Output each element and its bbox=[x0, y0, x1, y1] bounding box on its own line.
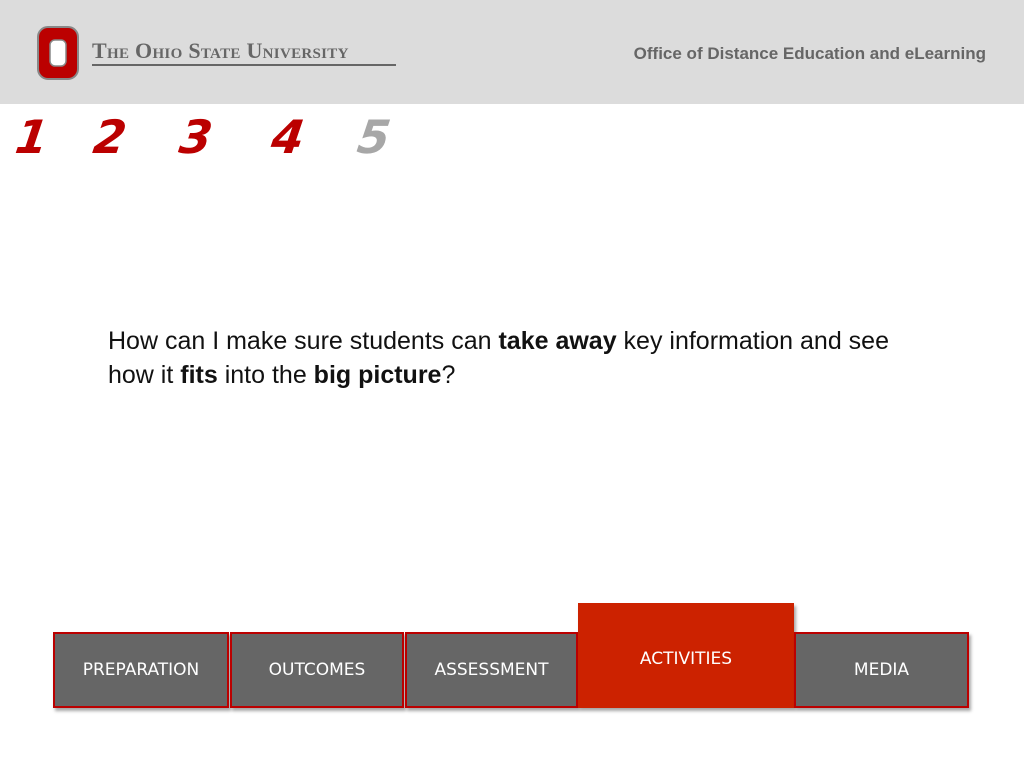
tab-outcomes[interactable]: OUTCOMES bbox=[230, 632, 404, 708]
step-2: 2 bbox=[90, 110, 130, 164]
tab-assessment[interactable]: ASSESSMENT bbox=[405, 632, 578, 708]
question-segment: How can I make sure students can bbox=[108, 327, 499, 355]
tab-media[interactable]: MEDIA bbox=[794, 632, 969, 708]
question-emphasis: take away bbox=[498, 327, 617, 355]
question-text: How can I make sure students can take aw… bbox=[108, 324, 928, 392]
step-3: 3 bbox=[176, 110, 216, 164]
university-name: The Ohio State University bbox=[92, 38, 349, 63]
question-segment: ? bbox=[441, 361, 456, 389]
office-name: Office of Distance Education and eLearni… bbox=[633, 44, 986, 63]
step-4: 4 bbox=[268, 110, 308, 164]
tab-activities[interactable]: ACTIVITIES bbox=[578, 603, 794, 708]
block-o-logo-icon bbox=[37, 26, 79, 80]
question-emphasis: fits bbox=[180, 361, 218, 389]
university-name-underline bbox=[92, 64, 396, 66]
tab-preparation[interactable]: PREPARATION bbox=[53, 632, 229, 708]
header-bar: The Ohio State University Office of Dist… bbox=[0, 0, 1024, 104]
question-segment: into the bbox=[217, 361, 314, 389]
step-1: 1 bbox=[12, 110, 52, 164]
step-5: 5 bbox=[354, 110, 394, 164]
question-emphasis: big picture bbox=[313, 361, 442, 389]
